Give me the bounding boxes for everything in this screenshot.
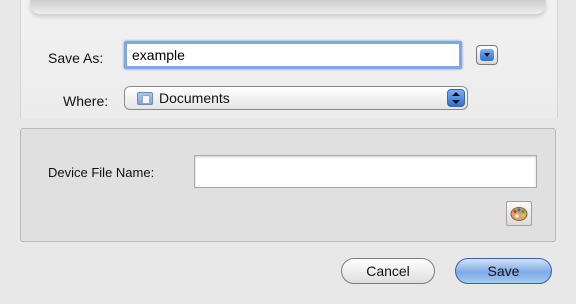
where-value: Documents bbox=[159, 90, 230, 106]
device-file-name-label: Device File Name: bbox=[48, 165, 155, 180]
palette-button[interactable] bbox=[506, 201, 532, 226]
save-button[interactable]: Save bbox=[455, 258, 552, 284]
popup-arrows-icon bbox=[447, 89, 465, 107]
sheet-top-edge bbox=[30, 0, 546, 14]
palette-icon bbox=[510, 207, 528, 221]
where-select[interactable]: Documents bbox=[124, 86, 468, 110]
where-label: Where: bbox=[63, 93, 109, 109]
disclosure-icon bbox=[480, 49, 494, 61]
cancel-button[interactable]: Cancel bbox=[341, 258, 435, 284]
save-as-label: Save As: bbox=[48, 50, 104, 66]
expand-button[interactable] bbox=[476, 45, 498, 65]
save-as-input[interactable] bbox=[124, 41, 462, 69]
device-file-name-input[interactable] bbox=[194, 155, 537, 188]
folder-icon bbox=[137, 92, 153, 105]
